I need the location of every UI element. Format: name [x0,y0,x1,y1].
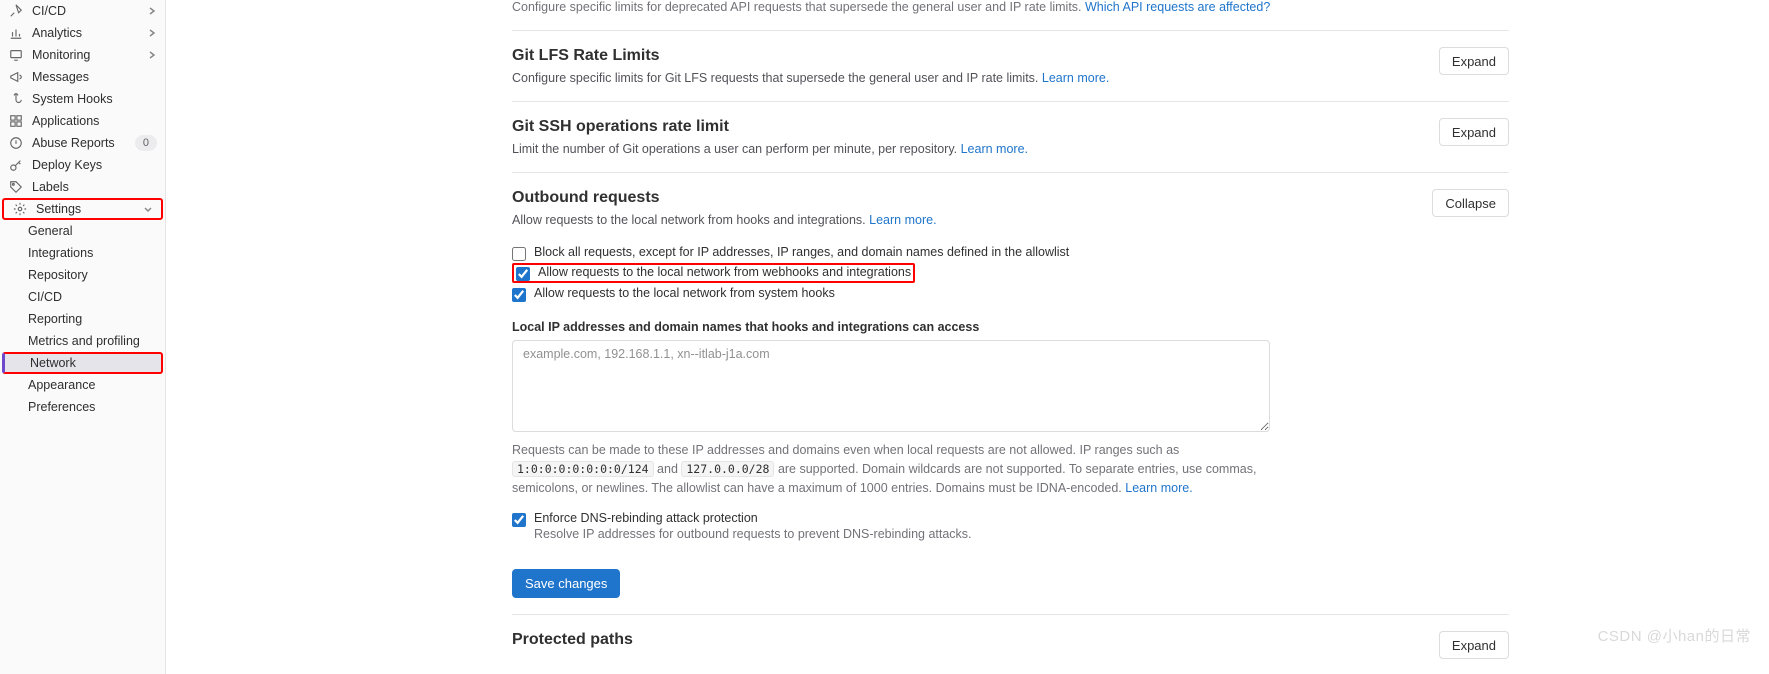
label-icon [8,179,24,195]
rocket-icon [8,3,24,19]
sidebar-sub-network[interactable]: Network [2,352,163,374]
section-desc: Configure specific limits for deprecated… [512,0,1509,14]
section-title: Git LFS Rate Limits [512,47,1109,65]
sidebar-item-label: Analytics [32,26,82,40]
settings-icon [12,201,28,217]
save-changes-button[interactable]: Save changes [512,569,620,598]
key-icon [8,157,24,173]
checkbox-block-all-input[interactable] [512,247,526,261]
link-which-api[interactable]: Which API requests are affected? [1085,0,1270,14]
section-desc: Allow requests to the local network from… [512,213,937,227]
checkbox-webhooks-highlight: Allow requests to the local network from… [512,263,915,284]
chevron-right-icon [147,6,157,16]
sidebar-item-label: System Hooks [32,92,113,106]
sidebar-item-label: Applications [32,114,99,128]
sidebar-item-label: Messages [32,70,89,84]
checkbox-system-hooks-input[interactable] [512,288,526,302]
sidebar-item-monitoring[interactable]: Monitoring [0,44,165,66]
sidebar-sub-cicd[interactable]: CI/CD [0,286,165,308]
code-range-1: 1:0:0:0:0:0:0:0/124 [512,461,654,477]
section-title: Git SSH operations rate limit [512,118,1028,136]
link-learn-more[interactable]: Learn more. [1042,71,1109,85]
section-desc: Limit the number of Git operations a use… [512,142,1028,156]
allowlist-textarea[interactable] [512,340,1270,432]
sidebar-item-messages[interactable]: Messages [0,66,165,88]
sidebar-item-label: Deploy Keys [32,158,102,172]
code-range-2: 127.0.0.0/28 [681,461,774,477]
expand-button[interactable]: Expand [1439,631,1509,659]
sidebar-sub-general[interactable]: General [0,220,165,242]
sidebar-item-system-hooks[interactable]: System Hooks [0,88,165,110]
sidebar-item-label: Settings [36,202,81,216]
main-content: Configure specific limits for deprecated… [166,0,1769,674]
section-title: Protected paths [512,631,633,649]
section-desc: Configure specific limits for Git LFS re… [512,71,1109,85]
sidebar-item-label: CI/CD [32,4,66,18]
chevron-right-icon [147,50,157,60]
sidebar-item-cicd[interactable]: CI/CD [0,0,165,22]
sidebar-item-settings[interactable]: Settings [2,198,163,220]
chart-icon [8,25,24,41]
sidebar-sub-appearance[interactable]: Appearance [0,374,165,396]
sidebar-sub-metrics[interactable]: Metrics and profiling [0,330,165,352]
section-protected-paths: Protected paths Expand [512,615,1509,661]
sidebar-sub-reporting[interactable]: Reporting [0,308,165,330]
megaphone-icon [8,69,24,85]
checkbox-system-hooks: Allow requests to the local network from… [512,286,1509,302]
sidebar-sub-preferences[interactable]: Preferences [0,396,165,418]
sidebar-item-deploy-keys[interactable]: Deploy Keys [0,154,165,176]
allowlist-label: Local IP addresses and domain names that… [512,320,1509,334]
link-learn-more[interactable]: Learn more. [1125,481,1192,495]
link-learn-more[interactable]: Learn more. [961,142,1028,156]
sidebar-item-label: Labels [32,180,69,194]
collapse-button[interactable]: Collapse [1432,189,1509,217]
expand-button[interactable]: Expand [1439,47,1509,75]
section-outbound-requests: Outbound requests Allow requests to the … [512,173,1509,615]
hook-icon [8,91,24,107]
section-title: Outbound requests [512,189,937,207]
sidebar-item-applications[interactable]: Applications [0,110,165,132]
section-git-lfs: Git LFS Rate Limits Configure specific l… [512,31,1509,102]
applications-icon [8,113,24,129]
sidebar-item-label: Monitoring [32,48,90,62]
link-learn-more[interactable]: Learn more. [869,213,936,227]
abuse-icon [8,135,24,151]
sidebar-item-analytics[interactable]: Analytics [0,22,165,44]
sidebar-item-label: Abuse Reports [32,136,115,150]
checkbox-dns-rebinding: Enforce DNS-rebinding attack protection … [512,511,1509,541]
checkbox-webhooks: Allow requests to the local network from… [516,265,911,281]
sidebar-sub-integrations[interactable]: Integrations [0,242,165,264]
checkbox-webhooks-input[interactable] [516,267,530,281]
sidebar: CI/CD Analytics Monitoring Messages Syst… [0,0,166,674]
checkbox-block-all: Block all requests, except for IP addres… [512,245,1509,261]
checkbox-dns-rebinding-input[interactable] [512,513,526,527]
sidebar-item-abuse-reports[interactable]: Abuse Reports 0 [0,132,165,154]
sidebar-sub-repository[interactable]: Repository [0,264,165,286]
allowlist-help: Requests can be made to these IP address… [512,441,1272,497]
section-git-ssh: Git SSH operations rate limit Limit the … [512,102,1509,173]
chevron-down-icon [143,204,153,214]
expand-button[interactable]: Expand [1439,118,1509,146]
sidebar-item-labels[interactable]: Labels [0,176,165,198]
count-badge: 0 [135,135,157,151]
chevron-right-icon [147,28,157,38]
monitor-icon [8,47,24,63]
